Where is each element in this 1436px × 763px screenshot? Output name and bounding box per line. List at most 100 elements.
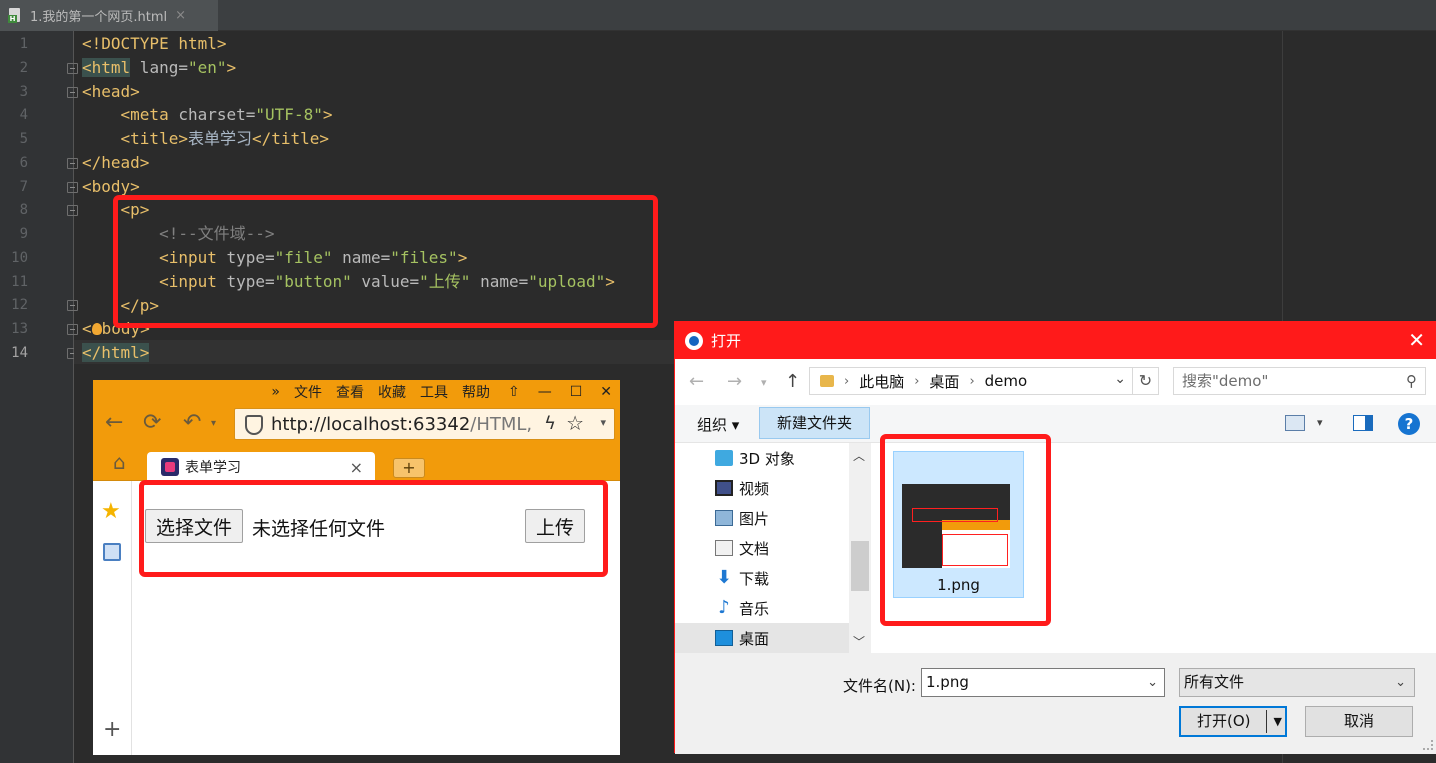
refresh-icon[interactable]: ⟳ <box>143 410 161 435</box>
chevron-down-icon[interactable]: ▾ <box>600 416 606 429</box>
line-number: 7 <box>19 179 28 195</box>
menu-overflow[interactable]: » <box>271 384 280 400</box>
skin-icon[interactable]: ⇧ <box>508 384 520 400</box>
filetype-select[interactable]: 所有文件 ⌄ <box>1179 668 1415 697</box>
line-gutter: 1 2 3 4 5 6 7 8 9 10 11 12 13 14 <box>0 31 78 763</box>
shield-icon <box>245 415 263 435</box>
menu-help[interactable]: 帮助 <box>462 382 490 402</box>
new-tab-button[interactable]: + <box>393 458 425 478</box>
chevron-down-icon[interactable]: ⌄ <box>1147 669 1158 696</box>
back-arrow-icon[interactable]: ← <box>689 371 704 392</box>
fold-marker-icon[interactable] <box>67 324 78 335</box>
lightning-icon[interactable]: ϟ <box>544 413 556 434</box>
code-line-1[interactable]: <!DOCTYPE html> <box>82 32 227 56</box>
editor-tab-bar: H 1.我的第一个网页.html × <box>0 0 1436 31</box>
folder-icon <box>820 375 834 387</box>
fold-marker-icon[interactable] <box>67 63 78 74</box>
cancel-button[interactable]: 取消 <box>1305 706 1413 737</box>
close-icon[interactable]: × <box>175 8 186 23</box>
star-icon[interactable]: ★ <box>101 499 121 524</box>
document-icon <box>715 540 733 556</box>
fold-marker-icon[interactable] <box>67 205 78 216</box>
minimize-icon[interactable]: — <box>538 384 552 400</box>
code-line-14[interactable]: </html> <box>82 341 150 365</box>
screen-icon[interactable] <box>103 543 121 561</box>
code-line-6[interactable]: </head> <box>82 151 149 175</box>
close-icon[interactable]: ✕ <box>600 384 612 400</box>
menu-favorites[interactable]: 收藏 <box>378 382 406 402</box>
undo-icon[interactable]: ↶ <box>183 410 201 435</box>
preview-pane-icon[interactable] <box>1353 415 1373 431</box>
tree-item-desktop[interactable]: 桌面 <box>675 623 849 653</box>
chevron-down-icon[interactable]: ⌄ <box>1114 371 1126 387</box>
highlight-box-file <box>880 434 1051 626</box>
menu-file[interactable]: 文件 <box>294 382 322 402</box>
scrollbar-thumb[interactable] <box>851 541 869 591</box>
line-number: 2 <box>19 60 28 76</box>
menu-tools[interactable]: 工具 <box>420 382 448 402</box>
code-line-5[interactable]: <title>表单学习</title> <box>82 127 330 151</box>
new-folder-button[interactable]: 新建文件夹 <box>759 407 870 439</box>
chevron-down-icon[interactable]: ▾ <box>211 418 216 429</box>
add-icon[interactable]: + <box>103 717 121 742</box>
code-line-2[interactable]: <html lang="en"> <box>82 56 236 80</box>
maximize-icon[interactable]: ☐ <box>570 384 583 400</box>
line-number: 4 <box>19 107 28 123</box>
tree-item-downloads[interactable]: ⬇ 下载 <box>675 563 849 593</box>
tree-item-documents[interactable]: 文档 <box>675 533 849 563</box>
film-icon <box>715 480 733 496</box>
back-arrow-icon[interactable]: ← <box>105 410 123 435</box>
fold-marker-icon[interactable] <box>67 87 78 98</box>
code-line-3[interactable]: <head> <box>82 80 140 104</box>
help-icon[interactable]: ? <box>1398 413 1420 435</box>
view-icon[interactable] <box>1285 415 1305 431</box>
chevron-down-icon[interactable]: ▾ <box>761 376 767 389</box>
dialog-title: 打开 <box>711 332 742 350</box>
up-arrow-icon[interactable]: ↑ <box>785 371 800 392</box>
chevron-down-icon[interactable]: ▼ <box>1274 708 1282 735</box>
search-icon[interactable]: ⚲ <box>1406 368 1417 394</box>
forward-arrow-icon[interactable]: → <box>727 371 742 392</box>
menu-view[interactable]: 查看 <box>336 382 364 402</box>
browser-menu-bar: » 文件 查看 收藏 工具 帮助 ⇧ — ☐ ✕ <box>93 380 620 404</box>
search-input[interactable]: 搜索"demo" ⚲ <box>1173 367 1426 395</box>
browser-sidebar: ★ + <box>93 481 132 755</box>
code-line-4[interactable]: <meta charset="UTF-8"> <box>82 103 333 127</box>
tree-item-music[interactable]: ♪ 音乐 <box>675 593 849 623</box>
browser-tab[interactable]: 表单学习 × <box>147 452 375 482</box>
browser-tab-strip: ⌂ 表单学习 × + <box>93 446 620 482</box>
breadcrumb-item[interactable]: 此电脑 <box>859 371 904 392</box>
dialog-nav-bar: ← → ▾ ↑ › 此电脑 › 桌面 › demo ⌄ ↻ 搜索"demo" ⚲ <box>675 359 1436 405</box>
desktop-icon <box>715 630 733 646</box>
breadcrumb[interactable]: › 此电脑 › 桌面 › demo ⌄ <box>809 367 1133 395</box>
breadcrumb-item[interactable]: demo <box>985 372 1028 390</box>
tree-item-videos[interactable]: 视频 <box>675 473 849 503</box>
chevron-down-icon[interactable]: ﹀ <box>853 633 865 650</box>
close-icon[interactable]: ✕ <box>1408 328 1425 352</box>
organize-menu[interactable]: 组织 ▾ <box>697 414 739 435</box>
filename-input[interactable]: 1.png ⌄ <box>921 668 1165 697</box>
tree-item-3d-objects[interactable]: 3D 对象 <box>675 443 849 473</box>
fold-marker-icon[interactable] <box>67 182 78 193</box>
chevron-up-icon[interactable]: ︿ <box>853 447 865 464</box>
chevron-down-icon[interactable]: ▾ <box>1317 416 1323 429</box>
editor-tab[interactable]: H 1.我的第一个网页.html × <box>0 0 218 31</box>
chevron-down-icon[interactable]: ⌄ <box>1395 669 1406 696</box>
tree-scrollbar[interactable]: ︿ ﹀ <box>849 443 871 653</box>
tree-item-pictures[interactable]: 图片 <box>675 503 849 533</box>
dialog-command-bar: 组织 ▾ 新建文件夹 ▾ ? <box>675 405 1436 443</box>
refresh-icon[interactable]: ↻ <box>1133 367 1159 395</box>
home-icon[interactable]: ⌂ <box>113 450 126 474</box>
breadcrumb-item[interactable]: 桌面 <box>929 371 959 392</box>
address-bar[interactable]: http://localhost:63342/HTML, ϟ ☆ ▾ <box>234 408 615 440</box>
fold-marker-icon[interactable] <box>67 158 78 169</box>
html-file-icon: H <box>8 7 22 24</box>
star-icon[interactable]: ☆ <box>566 411 584 435</box>
resize-grip-icon[interactable] <box>1423 740 1433 750</box>
url-path: /HTML, <box>470 413 533 435</box>
line-number: 12 <box>11 297 28 313</box>
open-button[interactable]: 打开(O) ▼ <box>1179 706 1287 737</box>
fold-marker-icon[interactable] <box>67 300 78 311</box>
lightbulb-icon[interactable] <box>91 323 102 335</box>
close-icon[interactable]: × <box>350 458 363 477</box>
